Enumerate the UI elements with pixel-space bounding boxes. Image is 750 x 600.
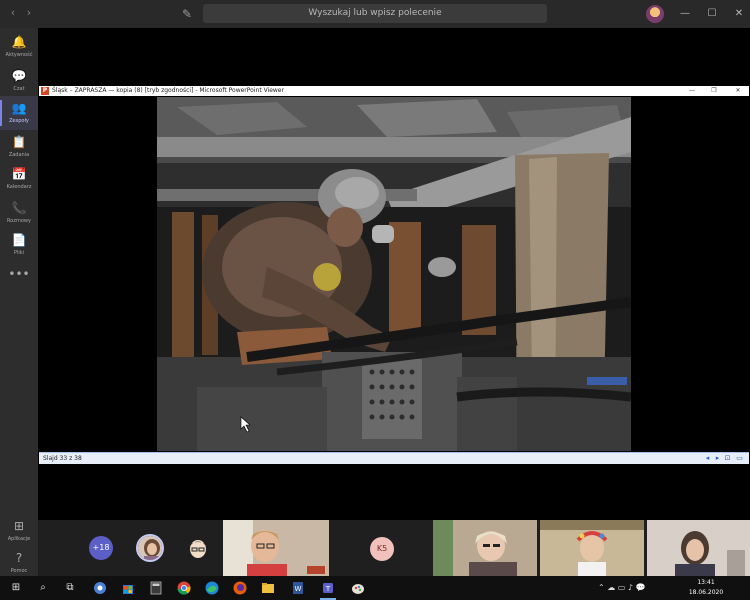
- close-icon[interactable]: ✕: [732, 7, 746, 21]
- ppt-viewer-window: P Śląsk – ZAPRASZA — kopia (8) [tryb zgo…: [39, 86, 749, 464]
- fit-to-window-icon[interactable]: ⊡: [723, 454, 732, 463]
- svg-text:W: W: [295, 585, 302, 593]
- apps-icon: ⊞: [13, 519, 25, 533]
- rail-item-calls[interactable]: 📞 Rozmowy: [0, 196, 38, 230]
- file-icon: 📄: [11, 233, 27, 247]
- participant-video: [433, 520, 537, 576]
- task-view-icon[interactable]: ⧉: [62, 580, 78, 596]
- chat-icon: 💬: [11, 69, 27, 83]
- search-input[interactable]: Wyszukaj lub wpisz polecenie: [203, 4, 547, 23]
- ppt-restore-icon[interactable]: ❐: [709, 86, 719, 96]
- miner-photo: [157, 97, 631, 451]
- rail-item-files[interactable]: 📄 Pliki: [0, 228, 38, 262]
- calendar-icon: 📅: [11, 167, 27, 181]
- rail-item-teams[interactable]: 👥 Zespoły: [0, 96, 38, 130]
- powerpoint-icon: P: [41, 87, 49, 95]
- help-icon: ?: [15, 551, 23, 565]
- assignments-icon: 📋: [11, 135, 27, 149]
- participant-video-tile[interactable]: [223, 520, 329, 576]
- clock-time: 13:41: [697, 579, 715, 586]
- ppt-close-icon[interactable]: ✕: [733, 86, 743, 96]
- ppt-status-bar: Slajd 33 z 38 ◂ ▸ ⊡ ▭: [39, 452, 749, 464]
- chrome-icon[interactable]: [176, 580, 192, 596]
- file-explorer-icon[interactable]: [260, 580, 276, 596]
- ppt-minimize-icon[interactable]: —: [687, 86, 697, 96]
- word-icon[interactable]: W: [290, 580, 306, 596]
- next-slide-icon[interactable]: ▸: [713, 454, 722, 463]
- participant-video-tile[interactable]: [433, 520, 537, 576]
- app-bar: 🔔 Aktywność 💬 Czat 👥 Zespoły 📋 Zadania 📅…: [0, 28, 38, 576]
- more-participants-badge[interactable]: +18: [89, 536, 113, 560]
- system-tray-icons[interactable]: ⌃ ☁ ▭ ♪ 💬: [598, 581, 646, 595]
- back-icon[interactable]: ‹: [6, 6, 20, 20]
- search-icon[interactable]: ⌕: [35, 580, 51, 596]
- forward-icon[interactable]: ›: [22, 6, 36, 20]
- avatar-cartoon: [185, 536, 211, 562]
- teams-meeting-window: ‹ › ✎ Wyszukaj lub wpisz polecenie — ☐ ✕…: [0, 0, 750, 600]
- rail-item-chat[interactable]: 💬 Czat: [0, 64, 38, 98]
- new-chat-icon[interactable]: ✎: [179, 6, 195, 22]
- slide-photo: [157, 97, 631, 451]
- firefox-icon[interactable]: [232, 580, 248, 596]
- participant-initials-avatar[interactable]: K5: [370, 537, 394, 561]
- store-icon[interactable]: [120, 580, 136, 596]
- calculator-icon[interactable]: [148, 580, 164, 596]
- teams-icon: 👥: [11, 101, 27, 115]
- previous-slide-icon[interactable]: ◂: [703, 454, 712, 463]
- participant-video-tile[interactable]: [540, 520, 644, 576]
- teams-title-bar: ‹ › ✎ Wyszukaj lub wpisz polecenie — ☐ ✕: [0, 0, 750, 28]
- participant-video: [540, 520, 644, 576]
- paint-icon[interactable]: [350, 580, 366, 596]
- clock-date: 18.06.2020: [688, 589, 724, 596]
- participant-avatar[interactable]: [185, 536, 211, 562]
- chrome-old-icon[interactable]: [92, 580, 108, 596]
- rail-item-assignments[interactable]: 📋 Zadania: [0, 130, 38, 164]
- participant-video: [223, 520, 329, 576]
- start-icon[interactable]: ⊞: [8, 580, 24, 596]
- ppt-window-title: Śląsk – ZAPRASZA — kopia (8) [tryb zgodn…: [52, 87, 284, 94]
- more-icon: •••: [8, 267, 30, 281]
- participant-video-tile[interactable]: [647, 520, 750, 576]
- rail-item-more[interactable]: •••: [0, 262, 38, 296]
- taskbar-clock[interactable]: 13:41 18.06.2020: [686, 578, 726, 598]
- participant-video: [647, 520, 750, 576]
- bell-icon: 🔔: [11, 35, 27, 49]
- phone-icon: 📞: [11, 201, 27, 215]
- edge-icon[interactable]: [204, 580, 220, 596]
- minimize-icon[interactable]: —: [678, 7, 692, 21]
- windows-taskbar: ⊞ ⌕ ⧉ W T ⌃ ☁ ▭ ♪ 💬 13:41 18.06.2020: [0, 576, 750, 600]
- svg-text:T: T: [325, 585, 331, 593]
- rail-item-activity[interactable]: 🔔 Aktywność: [0, 30, 38, 64]
- teams-icon[interactable]: T: [320, 580, 336, 596]
- rail-item-apps[interactable]: ⊞ Aplikacje: [0, 514, 38, 548]
- slide-counter: Slajd 33 z 38: [43, 455, 82, 462]
- slideshow-icon[interactable]: ▭: [735, 454, 744, 463]
- ppt-title-bar: P Śląsk – ZAPRASZA — kopia (8) [tryb zgo…: [39, 86, 749, 96]
- rail-item-calendar[interactable]: 📅 Kalendarz: [0, 162, 38, 196]
- maximize-icon[interactable]: ☐: [705, 7, 719, 21]
- rail-item-help[interactable]: ? Pomoc: [0, 546, 38, 580]
- participant-avatar[interactable]: [136, 534, 164, 562]
- user-avatar[interactable]: [646, 5, 664, 23]
